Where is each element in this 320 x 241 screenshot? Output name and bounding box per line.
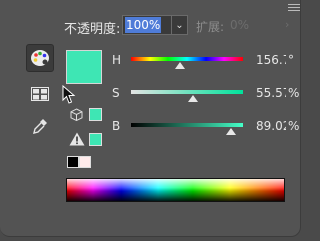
swatches-grid-icon [31, 87, 49, 101]
opacity-value[interactable]: 100% [125, 17, 162, 33]
hue-slider-thumb[interactable] [174, 62, 185, 69]
swatches-mode-button[interactable] [26, 80, 54, 108]
warning-icon [69, 132, 85, 146]
expand-stepper-icon[interactable]: › [285, 18, 289, 31]
hue-unit: ° [288, 53, 294, 67]
eyedropper-icon [33, 119, 47, 134]
black-swatch[interactable] [67, 156, 79, 168]
brightness-slider-track[interactable] [131, 123, 243, 127]
gamut-color-swatch[interactable] [89, 133, 102, 146]
brightness-unit: % [288, 119, 300, 133]
brightness-label: B [112, 119, 121, 133]
expand-label: 扩展: [196, 20, 225, 34]
saturation-value[interactable]: 55.57 [256, 86, 286, 100]
saturation-label: S [112, 86, 120, 100]
saturation-slider-track[interactable] [131, 90, 243, 94]
panel-menu-icon[interactable] [288, 2, 300, 12]
opacity-label: 不透明度: [64, 22, 121, 37]
expand-value[interactable]: 0% [230, 18, 249, 32]
saturation-slider-thumb[interactable] [188, 95, 199, 102]
chevron-down-icon: ⌄ [175, 19, 184, 31]
white-swatch[interactable] [79, 156, 91, 168]
saturation-unit: % [288, 86, 300, 100]
eyedropper-button[interactable] [26, 113, 54, 141]
color-wheel-mode-button[interactable] [26, 44, 54, 72]
color-spectrum-bar[interactable] [66, 178, 285, 202]
brightness-value[interactable]: 89.02 [256, 119, 286, 133]
palette-icon [31, 50, 49, 66]
color-picker-panel: 不透明度: 100% ⌄ 扩展: 0% › H 156. ° S 55.5 % … [0, 0, 301, 237]
web-safe-color-swatch[interactable] [89, 108, 102, 121]
opacity-dropdown-button[interactable]: ⌄ [171, 15, 188, 35]
hue-slider-track[interactable] [131, 57, 243, 61]
mouse-cursor-icon [62, 85, 76, 104]
opacity-input[interactable]: 100% [122, 15, 172, 35]
hue-value[interactable]: 156.7 [256, 53, 286, 67]
current-color-swatch[interactable] [66, 50, 102, 84]
web-safe-cube-icon [70, 108, 83, 121]
brightness-slider-thumb[interactable] [225, 128, 236, 135]
hue-label: H [112, 53, 122, 67]
